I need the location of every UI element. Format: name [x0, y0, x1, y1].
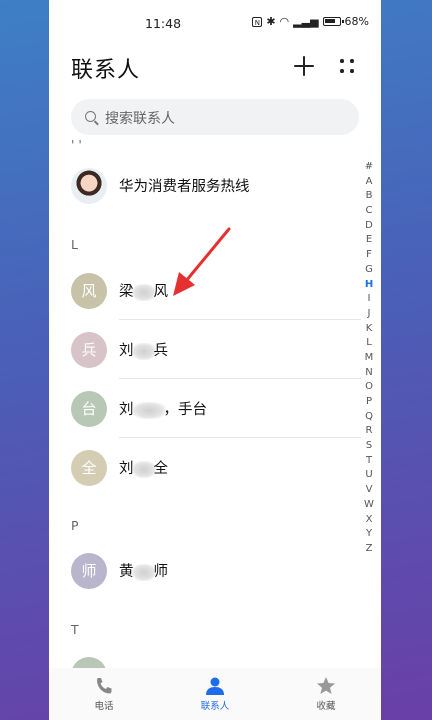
index-letter[interactable]: #: [358, 160, 380, 175]
index-letter[interactable]: W: [358, 498, 380, 513]
divider: [119, 437, 361, 438]
index-letter[interactable]: X: [358, 513, 380, 528]
index-letter[interactable]: A: [358, 175, 380, 190]
contact-item-bing[interactable]: 兵 刘兵: [71, 321, 361, 379]
blurred-text: [131, 563, 156, 581]
tab-label: 联系人: [200, 701, 230, 712]
index-letter[interactable]: C: [358, 204, 380, 219]
name-end: 全: [153, 461, 169, 477]
tab-favorites[interactable]: 收藏: [286, 676, 366, 712]
avatar: 风: [71, 273, 107, 309]
tab-label: 收藏: [316, 701, 336, 712]
name-end: 兵: [153, 343, 169, 359]
avatar: 台: [71, 391, 107, 427]
contact-name: 刘兵: [119, 339, 168, 360]
more-options-button[interactable]: [337, 56, 357, 76]
index-letter[interactable]: S: [358, 439, 380, 454]
avatar: 兵: [71, 332, 107, 368]
bottom-nav: 电话 联系人 收藏: [49, 668, 381, 720]
tab-label: 电话: [94, 701, 114, 712]
status-time: 11:48: [145, 16, 182, 31]
index-letter[interactable]: U: [358, 468, 380, 483]
index-letter[interactable]: M: [358, 351, 380, 366]
index-letter[interactable]: R: [358, 424, 380, 439]
section-header-quote: ' ': [71, 137, 82, 152]
blurred-text: [131, 401, 166, 419]
index-letter[interactable]: G: [358, 263, 380, 278]
contact-item-tai[interactable]: 台 刘，手台: [71, 380, 361, 438]
contact-item-feng[interactable]: 风 梁风: [71, 262, 361, 320]
index-letter[interactable]: P: [358, 395, 380, 410]
signal-icon: ▂▃▅: [293, 15, 319, 28]
contact-item-shi[interactable]: 师 黄师: [71, 542, 361, 600]
person-icon: [204, 676, 226, 696]
name-end: ，手台: [163, 402, 208, 418]
index-letter[interactable]: B: [358, 189, 380, 204]
name-end: 风: [153, 284, 169, 300]
index-letter[interactable]: V: [358, 483, 380, 498]
index-letter[interactable]: J: [358, 307, 380, 322]
search-icon: [85, 111, 96, 122]
name-end: 师: [153, 564, 169, 580]
contact-name: 刘，手台: [119, 398, 207, 419]
nfc-icon: N: [252, 16, 263, 27]
divider: [119, 378, 361, 379]
phone-screen: 11:48 N ✱ ◠ ▂▃▅ 68% 联系人 搜索联系人 ' ' 华为消费者服…: [49, 0, 381, 720]
section-header-p: P: [71, 518, 79, 533]
index-letter[interactable]: Q: [358, 410, 380, 425]
index-letter[interactable]: N: [358, 366, 380, 381]
section-header-l: L: [71, 237, 78, 252]
index-letter[interactable]: K: [358, 322, 380, 337]
index-letter[interactable]: E: [358, 233, 380, 248]
index-letter[interactable]: D: [358, 219, 380, 234]
alphabet-index-bar[interactable]: # A B C D E F G H I J K L M N O P Q R S T U V W X Y Z: [358, 160, 380, 557]
phone-icon: [93, 676, 115, 696]
contact-item-quan[interactable]: 全 刘全: [71, 439, 361, 497]
index-letter[interactable]: F: [358, 248, 380, 263]
index-letter[interactable]: O: [358, 380, 380, 395]
search-placeholder: 搜索联系人: [105, 111, 175, 127]
divider: [119, 319, 361, 320]
tab-contacts[interactable]: 联系人: [175, 676, 255, 712]
tab-calls[interactable]: 电话: [64, 676, 144, 712]
index-letter[interactable]: Z: [358, 542, 380, 557]
star-icon: [315, 676, 337, 696]
add-contact-button[interactable]: [292, 54, 316, 78]
contact-item-huawei-hotline[interactable]: 华为消费者服务热线: [71, 157, 361, 215]
index-letter[interactable]: Y: [358, 527, 380, 542]
contact-name: 刘全: [119, 457, 168, 478]
index-letter[interactable]: H: [358, 278, 380, 293]
bluetooth-icon: ✱: [266, 15, 276, 28]
avatar: [71, 168, 107, 204]
blurred-text: [131, 283, 156, 301]
index-letter[interactable]: L: [358, 336, 380, 351]
contact-name: 梁风: [119, 280, 168, 301]
page-title: 联系人: [71, 58, 141, 83]
blurred-text: [131, 460, 156, 478]
index-letter[interactable]: I: [358, 292, 380, 307]
section-header-t: T: [71, 622, 79, 637]
search-input[interactable]: 搜索联系人: [71, 99, 359, 135]
wifi-icon: ◠: [279, 15, 290, 28]
avatar: 师: [71, 553, 107, 589]
avatar: 全: [71, 450, 107, 486]
contact-name: 华为消费者服务热线: [119, 179, 250, 195]
status-icons: N ✱ ◠ ▂▃▅ 68%: [252, 15, 369, 28]
status-bar: 11:48 N ✱ ◠ ▂▃▅ 68%: [49, 0, 381, 46]
index-letter[interactable]: T: [358, 454, 380, 469]
blurred-text: [131, 342, 156, 360]
battery-icon: [322, 17, 344, 26]
battery-percent: 68%: [344, 15, 369, 28]
contact-name: 黄师: [119, 560, 168, 581]
